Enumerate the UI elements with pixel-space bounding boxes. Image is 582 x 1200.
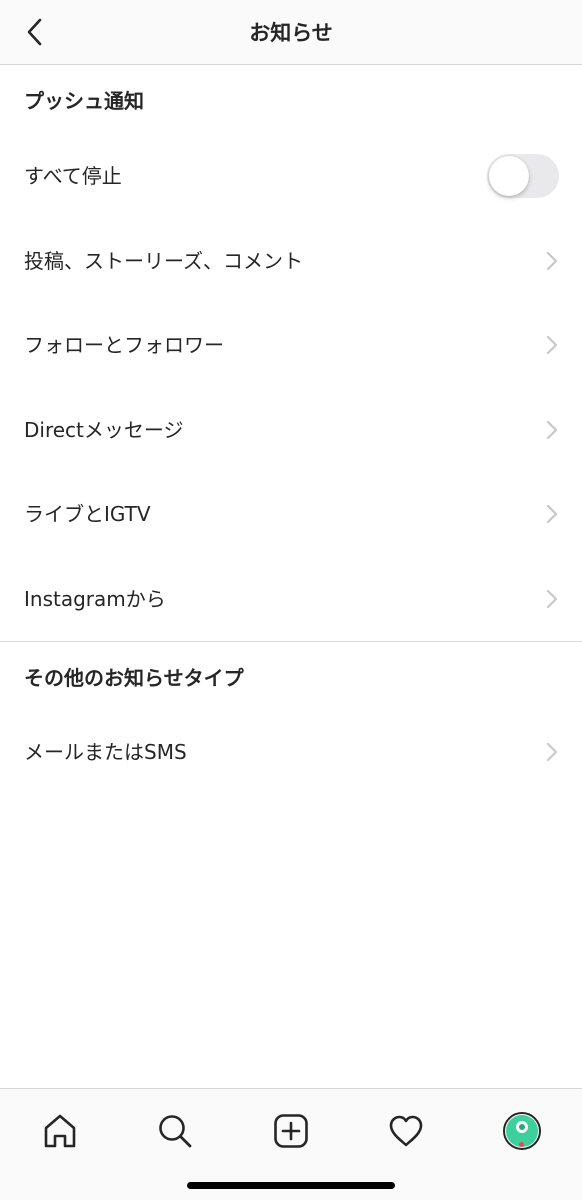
notification-dot — [519, 1142, 524, 1147]
page-title: お知らせ — [249, 21, 333, 45]
settings-row-email-sms[interactable]: メールまたはSMS — [0, 710, 582, 794]
toggle-knob — [489, 156, 529, 196]
pause-all-toggle[interactable] — [487, 154, 559, 198]
section-title-push: プッシュ通知 — [24, 89, 144, 113]
chevron-right-icon — [546, 420, 558, 440]
chevron-right-icon — [546, 335, 558, 355]
chevron-right-icon — [546, 504, 558, 524]
avatar-emblem — [516, 1121, 528, 1133]
chevron-right-icon — [546, 589, 558, 609]
tab-new-post[interactable] — [259, 1099, 323, 1163]
home-icon — [44, 1114, 76, 1148]
row-label: Directメッセージ — [24, 418, 184, 442]
row-label: メールまたはSMS — [24, 740, 187, 764]
search-icon — [159, 1115, 192, 1148]
row-label: ライブとIGTV — [24, 502, 151, 526]
row-label: 投稿、ストーリーズ、コメント — [24, 249, 303, 273]
tab-activity[interactable] — [374, 1099, 438, 1163]
settings-row-direct-messages[interactable]: Directメッセージ — [0, 388, 582, 472]
pause-all-label: すべて停止 — [24, 164, 122, 188]
settings-row-following-followers[interactable]: フォローとフォロワー — [0, 303, 582, 387]
tab-search[interactable] — [143, 1099, 207, 1163]
settings-row-from-instagram[interactable]: Instagramから — [0, 557, 582, 641]
chevron-right-icon — [546, 742, 558, 762]
tab-profile[interactable] — [490, 1099, 554, 1163]
home-indicator[interactable] — [187, 1182, 395, 1189]
nav-header: お知らせ — [0, 0, 582, 65]
section-title-other: その他のお知らせタイプ — [24, 666, 244, 690]
chevron-right-icon — [546, 251, 558, 271]
pause-all-row: すべて停止 — [0, 134, 582, 218]
plus-square-icon — [274, 1114, 308, 1148]
row-label: Instagramから — [24, 587, 166, 611]
settings-row-posts-stories-comments[interactable]: 投稿、ストーリーズ、コメント — [0, 219, 582, 303]
section-divider — [0, 641, 582, 642]
row-label: フォローとフォロワー — [24, 333, 224, 357]
heart-icon — [389, 1115, 423, 1147]
avatar-emblem-inner — [519, 1124, 525, 1130]
settings-row-live-igtv[interactable]: ライブとIGTV — [0, 472, 582, 556]
tab-home[interactable] — [28, 1099, 92, 1163]
